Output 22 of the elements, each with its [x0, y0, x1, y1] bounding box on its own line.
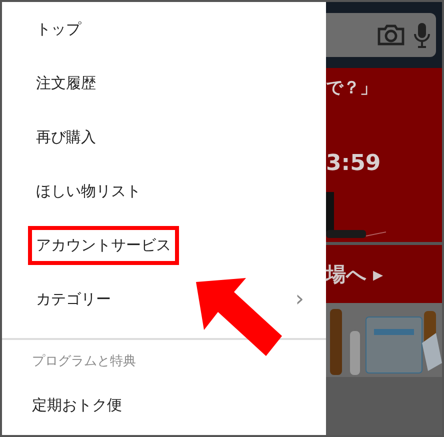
menu-item-label: カテゴリー	[35, 288, 112, 310]
menu-item-label: 注文履歴	[35, 72, 97, 94]
banner-text: で？」	[326, 77, 378, 99]
menu-item[interactable]: トップ	[2, 2, 326, 56]
menu-item[interactable]: カテゴリー ›	[2, 272, 326, 326]
menu-item-label: ほしい物リスト	[35, 180, 142, 202]
chevron-icon: ›	[295, 286, 304, 312]
menu-item[interactable]: 再び購入	[2, 110, 326, 164]
section-title: プログラムと特典	[31, 353, 137, 371]
banner-link[interactable]: 場へ ▸	[326, 242, 442, 303]
countdown-text: 3:59	[326, 151, 382, 176]
arrow-icon	[194, 278, 284, 358]
menu-item-label: トップ	[35, 18, 82, 40]
menu-item-label: アカウントサービス	[28, 226, 179, 264]
menu-item[interactable]: アカウントサービス	[2, 218, 326, 272]
menu-item[interactable]: 定期おトク便	[2, 378, 326, 432]
menu-item-label: 再び購入	[35, 126, 97, 148]
search-field[interactable]	[326, 13, 436, 57]
menu-item[interactable]: 注文履歴	[2, 56, 326, 110]
camera-icon[interactable]	[376, 23, 406, 47]
microphone-icon[interactable]	[414, 22, 430, 48]
menu-item[interactable]: ほしい物リスト	[2, 164, 326, 218]
